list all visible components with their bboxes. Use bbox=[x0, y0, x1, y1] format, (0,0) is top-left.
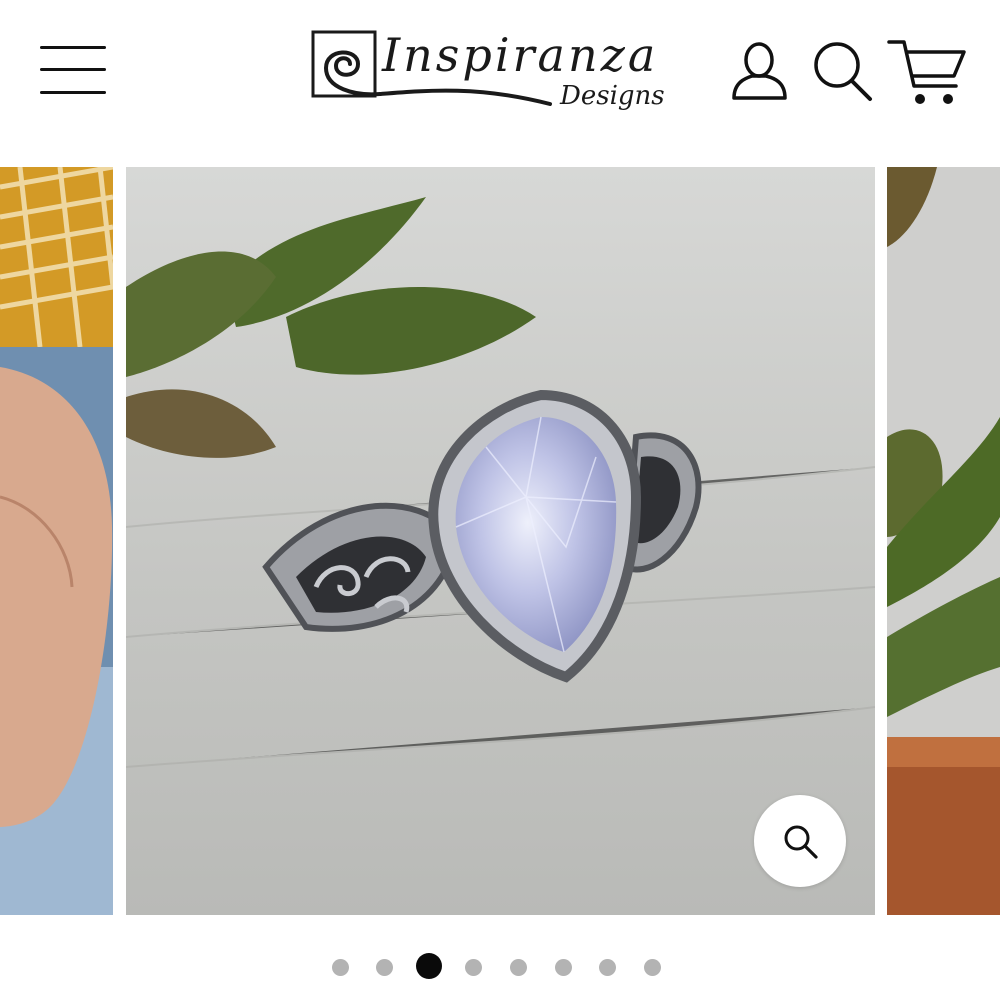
search-icon[interactable] bbox=[810, 38, 874, 102]
pagination-dot[interactable] bbox=[509, 959, 527, 976]
pagination-dot[interactable] bbox=[599, 959, 617, 976]
gallery-slide-previous[interactable] bbox=[0, 167, 113, 915]
site-header: Inspiranza Designs bbox=[0, 0, 1000, 150]
gallery-slide-next[interactable] bbox=[887, 167, 1000, 915]
brand-name: Inspiranza bbox=[382, 28, 659, 82]
zoom-button[interactable] bbox=[754, 795, 846, 887]
pagination-dot[interactable] bbox=[376, 959, 394, 976]
menu-line-icon bbox=[40, 68, 106, 71]
gallery-pagination bbox=[0, 950, 1000, 984]
product-photo-ring bbox=[126, 167, 875, 915]
pagination-dot[interactable] bbox=[554, 959, 572, 976]
gallery-slide-active[interactable] bbox=[126, 167, 875, 915]
brand-logo[interactable]: Inspiranza Designs bbox=[310, 26, 690, 121]
menu-line-icon bbox=[40, 46, 106, 49]
pagination-dot[interactable] bbox=[643, 959, 661, 976]
account-icon[interactable] bbox=[728, 38, 792, 102]
magnifier-icon bbox=[784, 825, 818, 859]
cart-icon[interactable] bbox=[886, 38, 970, 108]
menu-button[interactable] bbox=[40, 44, 108, 96]
pagination-dot[interactable] bbox=[416, 953, 443, 979]
brand-subtitle: Designs bbox=[560, 81, 665, 111]
product-image-gallery[interactable] bbox=[0, 167, 1000, 915]
menu-line-icon bbox=[40, 91, 106, 94]
pagination-dot[interactable] bbox=[465, 959, 483, 976]
pagination-dot[interactable] bbox=[331, 959, 349, 976]
